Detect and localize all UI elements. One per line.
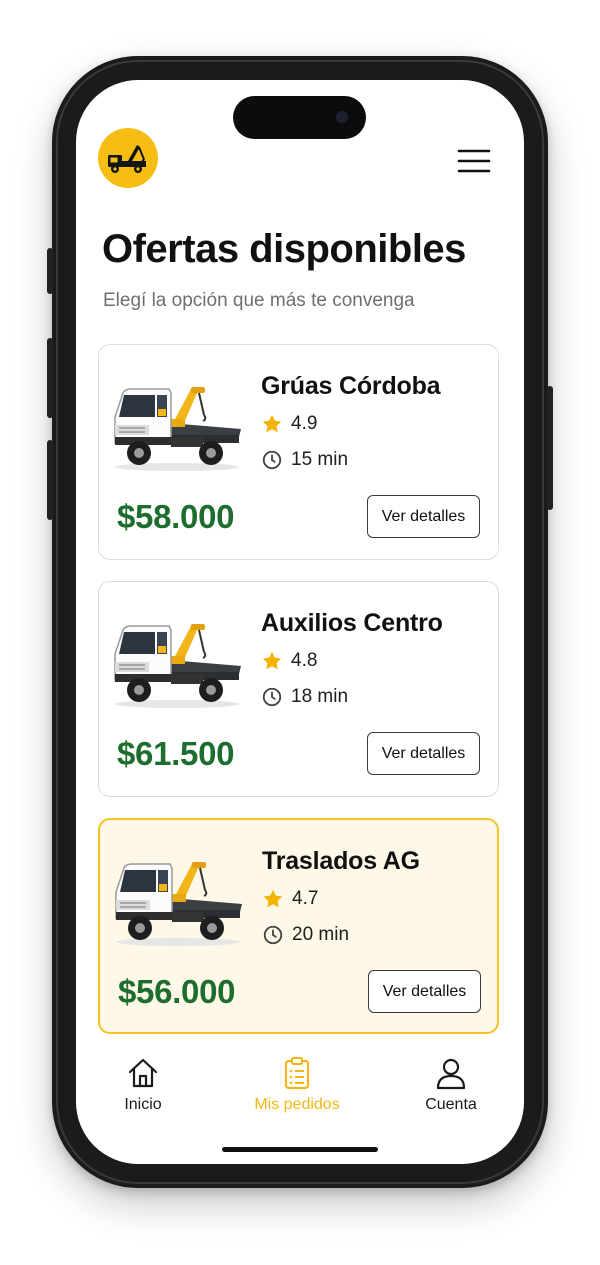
- power-button: [547, 386, 553, 510]
- rating: 4.7: [262, 888, 318, 910]
- page-subtitle: Elegí la opción que más te convenga: [103, 290, 415, 311]
- eta: 15 min: [261, 449, 348, 471]
- company-name: Grúas Córdoba: [261, 372, 441, 400]
- eta-value: 15 min: [291, 449, 349, 470]
- home-indicator[interactable]: [222, 1147, 378, 1152]
- tow-truck-image: [111, 379, 243, 475]
- rating-value: 4.8: [291, 650, 318, 671]
- view-details-button[interactable]: Ver detalles: [367, 732, 480, 775]
- eta-value: 20 min: [292, 924, 350, 945]
- app-screen: Ofertas disponibles Elegí la opción que …: [76, 80, 524, 1164]
- offer-card[interactable]: Grúas Córdoba 4.9 15 min $58.000 Ver det…: [98, 344, 499, 560]
- home-icon: [128, 1058, 158, 1088]
- nav-label: Mis pedidos: [254, 1096, 340, 1113]
- company-name: Auxilios Centro: [261, 609, 443, 637]
- volume-down-button: [47, 440, 53, 520]
- tow-truck-image: [111, 616, 243, 712]
- volume-up-button: [47, 338, 53, 418]
- view-details-button[interactable]: Ver detalles: [368, 970, 481, 1013]
- offer-price: $58.000: [117, 498, 235, 535]
- user-icon: [436, 1058, 466, 1090]
- nav-label: Inicio: [124, 1096, 162, 1113]
- company-name: Traslados AG: [262, 847, 420, 875]
- star-icon: [262, 414, 282, 433]
- star-icon: [262, 651, 282, 670]
- rating-value: 4.9: [291, 413, 318, 434]
- page-title: Ofertas disponibles: [102, 227, 466, 271]
- clock-icon: [262, 450, 282, 470]
- view-details-button[interactable]: Ver detalles: [367, 495, 480, 538]
- offer-card-highlighted[interactable]: Traslados AG 4.7 20 min $56.000 Ver deta…: [98, 818, 499, 1034]
- nav-item-inicio[interactable]: Inicio: [83, 1056, 203, 1114]
- offer-price: $61.500: [117, 735, 235, 772]
- offer-card[interactable]: Auxilios Centro 4.8 18 min $61.500 Ver d…: [98, 581, 499, 797]
- nav-item-mis-pedidos[interactable]: Mis pedidos: [237, 1056, 357, 1114]
- tow-truck-image: [112, 854, 244, 950]
- dynamic-island: [233, 96, 366, 139]
- eta: 18 min: [261, 686, 348, 708]
- hamburger-menu-icon[interactable]: [457, 144, 491, 178]
- tow-truck-logo-icon: [98, 128, 158, 188]
- clipboard-icon: [284, 1057, 310, 1090]
- clock-icon: [262, 687, 282, 707]
- eta-value: 18 min: [291, 686, 349, 707]
- rating: 4.9: [261, 413, 317, 435]
- rating: 4.8: [261, 650, 317, 672]
- rating-value: 4.7: [292, 888, 319, 909]
- eta: 20 min: [262, 924, 349, 946]
- phone-frame: Ofertas disponibles Elegí la opción que …: [47, 56, 553, 1188]
- star-icon: [263, 889, 283, 908]
- clock-icon: [263, 925, 283, 945]
- offer-price: $56.000: [118, 973, 236, 1010]
- nav-item-cuenta[interactable]: Cuenta: [391, 1056, 511, 1114]
- silent-switch: [47, 248, 53, 294]
- nav-label: Cuenta: [425, 1096, 477, 1113]
